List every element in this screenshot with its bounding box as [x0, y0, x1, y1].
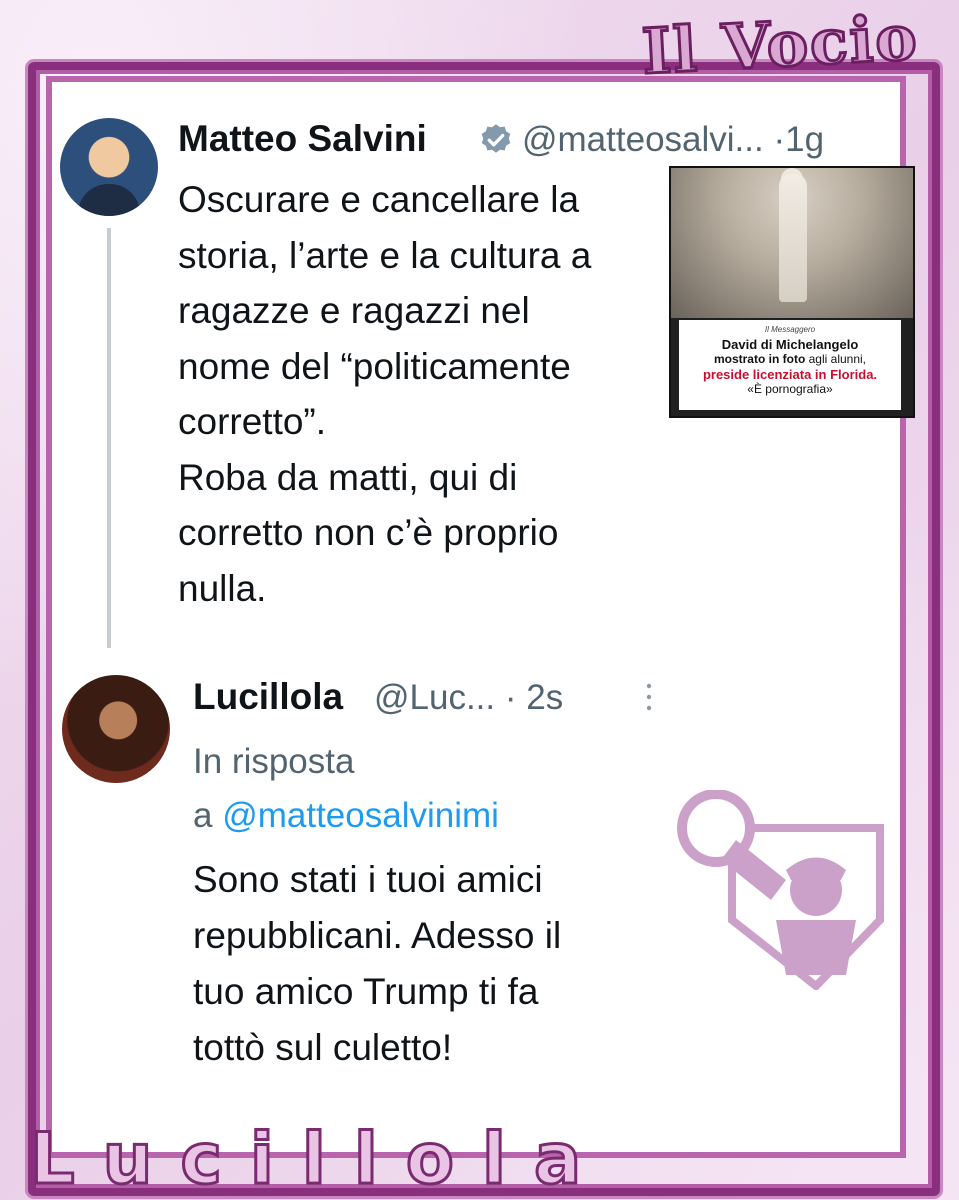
caption-source: Il Messaggero: [764, 325, 816, 334]
handle[interactable]: @Luc...: [374, 678, 495, 717]
avatar[interactable]: [62, 675, 170, 783]
separator: ·: [773, 120, 786, 159]
statue-photo: [671, 168, 913, 318]
thread-line: [107, 228, 111, 648]
author-name[interactable]: Matteo Salvini: [178, 118, 427, 160]
tweet-handle-time[interactable]: @Luc... · 2s: [374, 678, 563, 718]
brand-logo: Il Vocio: [639, 0, 922, 90]
tweet-handle-time[interactable]: @matteosalvi... ·1g: [522, 120, 824, 160]
verified-badge-icon: [481, 124, 511, 153]
timestamp[interactable]: 1g: [785, 120, 824, 159]
caption-line: «È pornografia»: [747, 382, 833, 396]
avatar[interactable]: [60, 118, 158, 216]
caption-line: David di Michelangelo: [721, 337, 859, 352]
more-vertical-icon[interactable]: [644, 682, 654, 712]
timestamp[interactable]: 2s: [526, 678, 563, 717]
tweet-text: Sono stati i tuoi amici repubblicani. Ad…: [193, 859, 562, 1068]
tweet-text: Oscurare e cancellare la storia, l’arte …: [178, 179, 592, 609]
reply-context: In risposta a @matteosalvinimi: [193, 742, 499, 835]
caption-highlight: preside licenziata in Florida.: [702, 367, 878, 382]
separator: ·: [504, 678, 517, 717]
handle[interactable]: @matteosalvi...: [522, 120, 764, 159]
megaphone-watermark-icon: [677, 790, 884, 990]
media-caption: Il Messaggero David di Michelangelo most…: [679, 320, 901, 410]
tweet-media-image[interactable]: Il Messaggero David di Michelangelo most…: [669, 166, 915, 418]
author-name[interactable]: Lucillola: [193, 676, 343, 718]
footer-brand: Lucillola: [29, 1117, 610, 1200]
reply-handle-link[interactable]: @matteosalvinimi: [222, 796, 499, 835]
caption-line: mostrato in foto agli alunni,: [713, 352, 867, 366]
